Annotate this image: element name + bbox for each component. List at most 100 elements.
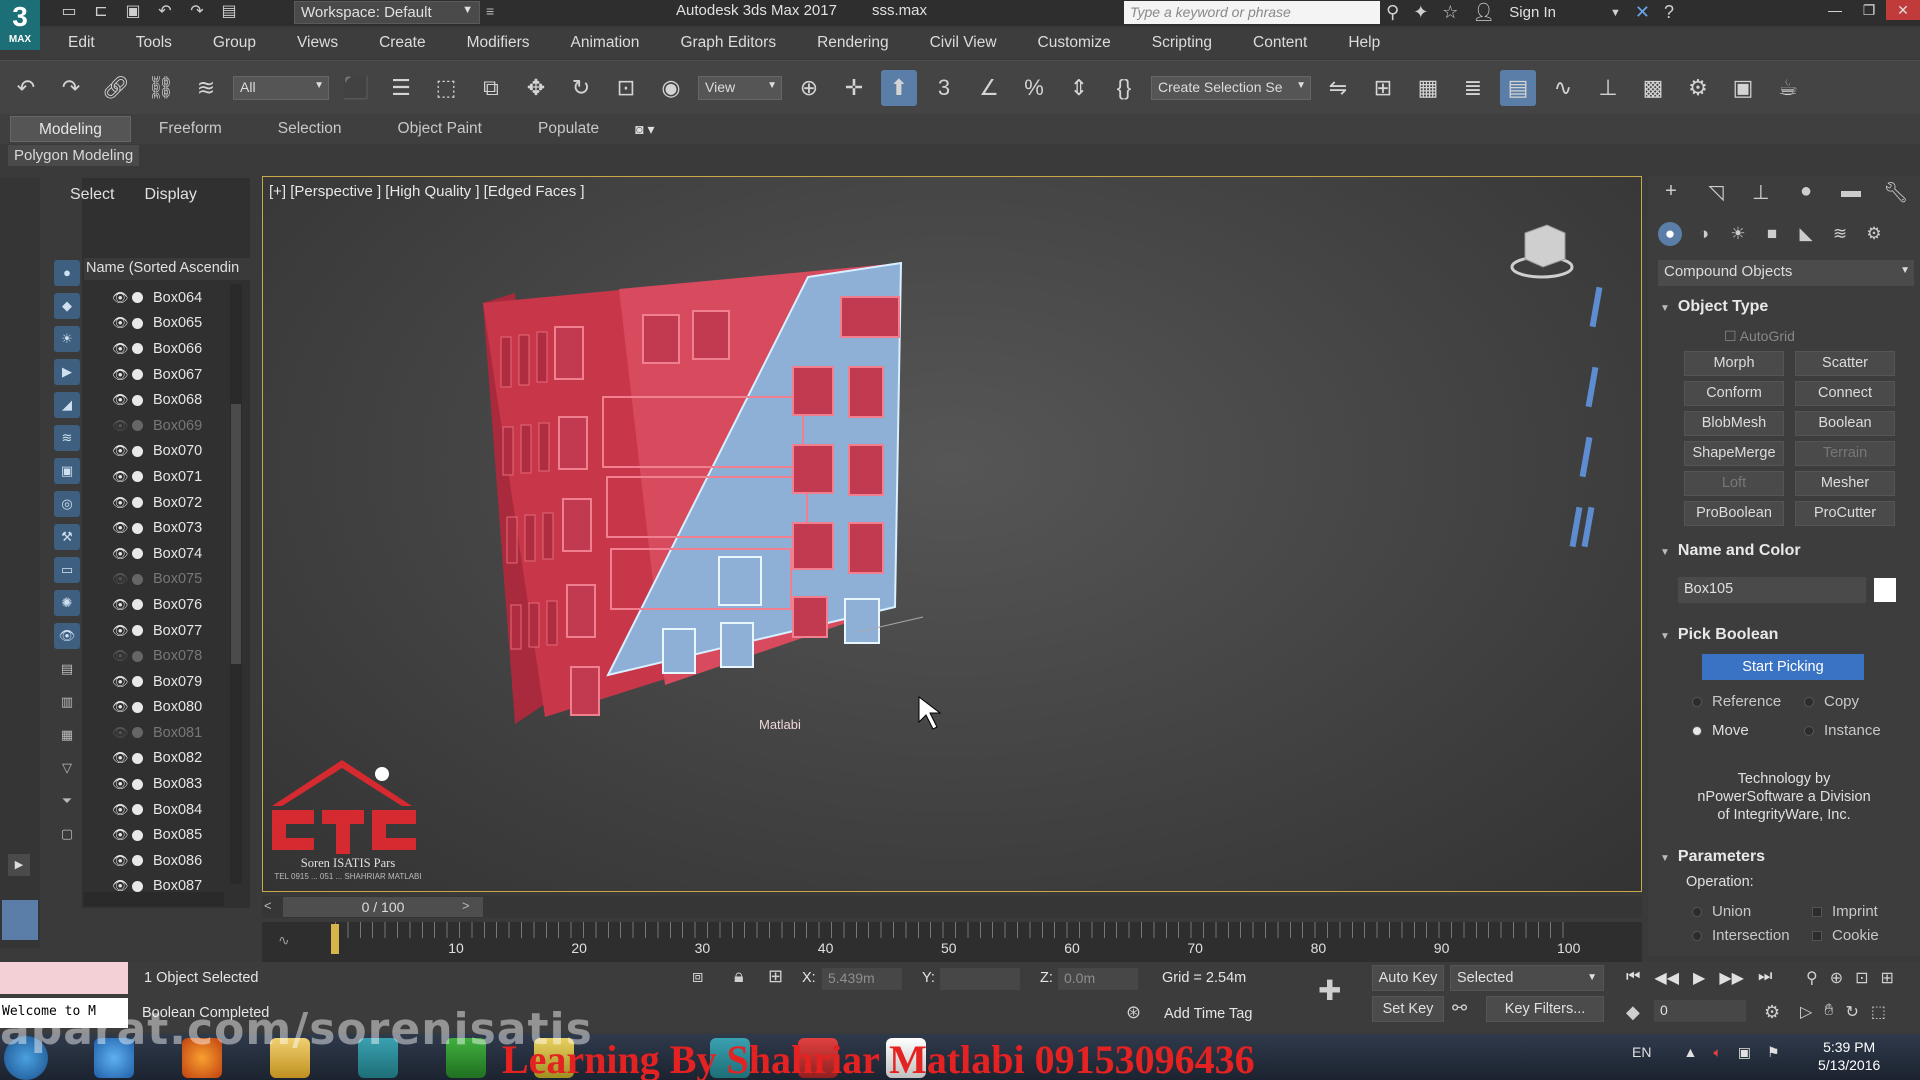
open-file-icon[interactable]: ⊏ [90,2,112,22]
snaps-toggle-icon[interactable]: 3 [926,70,962,106]
scatter-button[interactable]: Scatter [1795,351,1895,376]
spacewarps-icon[interactable]: ≋ [1828,222,1852,246]
current-frame-field[interactable]: 0 [1654,1000,1746,1022]
list-item[interactable]: 👁︎ Box077 [84,618,234,644]
render-dot-icon[interactable] [132,752,143,764]
maxscript-output[interactable] [0,962,128,994]
render-dot-icon[interactable] [132,445,143,457]
menu-scripting[interactable]: Scripting [1125,34,1226,52]
visibility-eye-icon[interactable]: 👁︎ [112,392,129,408]
undo-icon[interactable]: ↶ [8,70,44,106]
system-clock[interactable]: 5:39 PM 5/13/2016 [1818,1038,1880,1074]
menu-graph-editors[interactable]: Graph Editors [653,34,790,52]
list-item[interactable]: 👁︎ Box068 [84,387,234,413]
menu-civil-view[interactable]: Civil View [903,34,1011,52]
frozen-filter-icon[interactable]: 👁︎ [54,623,80,649]
list-item[interactable]: 👁︎ Box078 [84,643,234,669]
visibility-eye-icon[interactable]: 👁︎ [112,469,129,485]
visibility-eye-icon[interactable]: 👁︎ [112,443,129,459]
close-icon[interactable]: ✕ [1886,0,1920,20]
chevron-down-icon[interactable]: ▼ [1610,7,1621,19]
network-icon[interactable]: ▣ [1738,1044,1751,1061]
explorer-horizontal-scrollbar[interactable] [84,892,224,906]
visibility-eye-icon[interactable]: 👁︎ [112,623,129,639]
list-item[interactable]: 👁︎ Box081 [84,720,234,746]
zoom-extents-all-icon[interactable]: ⊞ [1881,968,1894,988]
filter-icon[interactable]: ▽ [54,755,80,781]
menu-tools[interactable]: Tools [109,34,186,52]
list-item[interactable]: 👁︎ Box084 [84,797,234,823]
render-dot-icon[interactable] [132,778,143,790]
visibility-eye-icon[interactable]: 👁︎ [112,648,129,664]
select-object-icon[interactable]: ⬛ [338,70,374,106]
shapes-icon[interactable]: ◑ [1692,222,1716,246]
x-coordinate-field[interactable]: 5.439m [822,968,902,990]
edit-named-selection-icon[interactable]: {} [1106,70,1142,106]
visibility-eye-icon[interactable]: 👁︎ [112,571,129,587]
render-setup-icon[interactable]: ⚙ [1680,70,1716,106]
render-dot-icon[interactable] [132,317,143,329]
render-dot-icon[interactable] [132,343,143,355]
reference-radio[interactable]: Reference [1692,693,1781,710]
geometry-filter-icon[interactable]: ● [54,260,80,286]
helpers-filter-icon[interactable]: ◢ [54,392,80,418]
key-filters-button[interactable]: Key Filters... [1486,996,1604,1022]
rendered-frame-window-icon[interactable]: ▣ [1725,70,1761,106]
render-dot-icon[interactable] [132,573,143,585]
layer-explorer-icon[interactable]: ≣ [1455,70,1491,106]
menu-help[interactable]: Help [1321,34,1394,52]
link-icon[interactable]: 🔗︎ [98,70,134,106]
object-type-rollout[interactable]: ▼ Object Type [1660,298,1768,316]
explorer-select-menu[interactable]: Select [70,186,114,204]
explorer-display-menu[interactable]: Display [144,186,196,204]
folder-icon[interactable]: ▢ [54,821,80,847]
menu-rendering[interactable]: Rendering [790,34,903,52]
hierarchy-tab-icon[interactable]: ⊥ [1748,180,1774,206]
polygon-modeling-panel[interactable]: Polygon Modeling [8,145,140,166]
helpers-icon[interactable]: ◣ [1794,222,1818,246]
key-mode-dropdown[interactable]: Selected ▼ [1450,965,1604,991]
list-item[interactable]: 👁︎ Box073 [84,515,234,541]
volume-icon[interactable]: 🔈︎ [1713,1044,1721,1061]
maximize-icon[interactable]: ❐ [1852,0,1886,20]
create-tab-icon[interactable]: + [1658,180,1684,206]
modify-tab-icon[interactable]: ◹ [1703,180,1729,206]
render-production-icon[interactable]: ☕ [1770,70,1806,106]
groups-filter-icon[interactable]: ▣ [54,458,80,484]
pan-icon[interactable]: ✋︎ [1824,1002,1833,1022]
isolate-selection-icon[interactable]: ⧈ [692,966,703,987]
app-menu-button[interactable]: 3 MAX [0,0,40,50]
start-picking-button[interactable]: Start Picking [1702,654,1864,680]
zoom-extents-icon[interactable]: ⊡ [1855,968,1868,988]
move-radio[interactable]: Move [1692,722,1749,739]
tab-object-paint[interactable]: Object Paint [370,116,510,142]
visibility-eye-icon[interactable]: 👁︎ [112,520,129,536]
render-dot-icon[interactable] [132,599,143,611]
schematic-view-icon[interactable]: ⊥ [1590,70,1626,106]
visibility-eye-icon[interactable]: 👁︎ [112,597,129,613]
reference-coordinate-dropdown[interactable]: View ▼ [698,75,782,100]
spinner-snap-icon[interactable]: ⇕ [1061,70,1097,106]
parameters-rollout[interactable]: ▼ Parameters [1660,848,1765,866]
visibility-eye-icon[interactable]: 👁︎ [112,853,129,869]
procutter-button[interactable]: ProCutter [1795,501,1895,526]
exchange-icon[interactable]: ✕ [1635,2,1650,23]
help-icon[interactable]: ? [1664,2,1674,23]
curve-editor-icon[interactable]: ∿ [1545,70,1581,106]
show-hidden-icons-icon[interactable]: ▲ [1683,1044,1697,1061]
list-detail-icon[interactable]: ▥ [54,689,80,715]
cookie-checkbox[interactable]: Cookie [1812,927,1879,944]
instance-radio[interactable]: Instance [1804,722,1881,739]
scrollbar-thumb[interactable] [231,404,241,664]
list-item[interactable]: 👁︎ Box082 [84,746,234,772]
funnel-icon[interactable]: ⏷ [54,788,80,814]
bind-spacewarp-icon[interactable]: ≋ [188,70,224,106]
go-to-end-icon[interactable]: ⏭ [1758,968,1772,988]
y-coordinate-field[interactable] [940,968,1020,990]
select-by-name-icon[interactable]: ☰ [383,70,419,106]
connect-button[interactable]: Connect [1795,381,1895,406]
search-input[interactable]: Type a keyword or phrase [1124,1,1380,24]
list-item[interactable]: 👁︎ Box080 [84,695,234,721]
menu-create[interactable]: Create [352,34,440,52]
render-dot-icon[interactable] [132,701,143,713]
